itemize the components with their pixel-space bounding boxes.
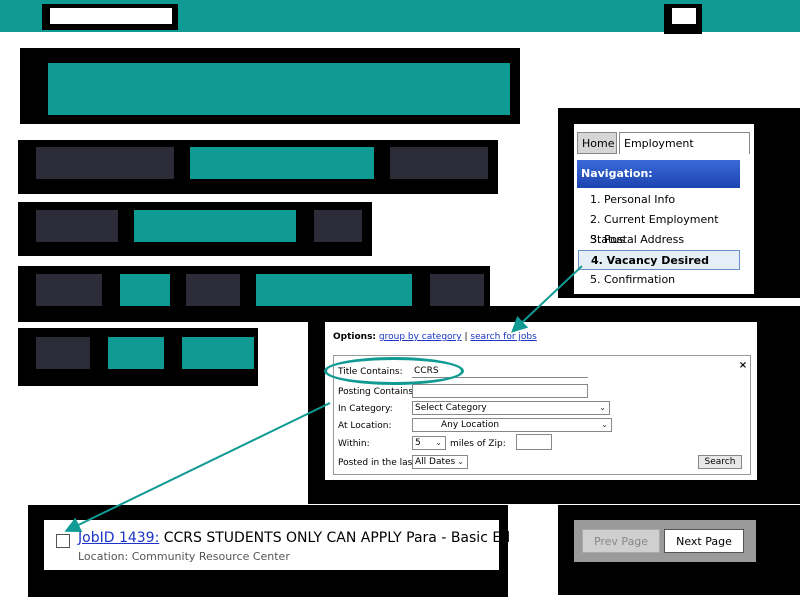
arrow-to-job-checkbox bbox=[64, 402, 331, 532]
arrow-to-search-for-jobs bbox=[511, 265, 583, 333]
annotation-arrows bbox=[64, 265, 583, 532]
